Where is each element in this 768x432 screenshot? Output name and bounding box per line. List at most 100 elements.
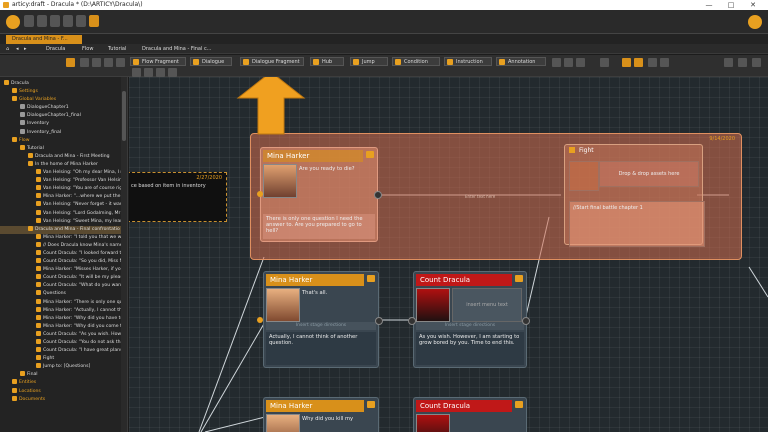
nav-back-icon[interactable] (132, 68, 141, 77)
tiles-icon[interactable] (660, 58, 669, 67)
breadcrumb-dracula[interactable]: Dracula (46, 44, 65, 54)
add-instruction-button[interactable]: Instruction (444, 57, 492, 66)
flow-canvas[interactable]: 9/14/2020 Fight Drop & drop assets here … (129, 77, 768, 432)
tree-item[interactable]: Count Dracula: "You do not ask tha (0, 339, 122, 347)
add-jump-button[interactable]: Jump (350, 57, 388, 66)
list-icon[interactable] (648, 58, 657, 67)
tree-item[interactable]: Count Dracula: "I have great plans (0, 347, 122, 355)
dialogue-card-mina-mid[interactable]: Mina Harker That's all. Insert stage dir… (263, 271, 379, 368)
tree-item[interactable]: Questions (0, 290, 122, 298)
tree-item[interactable]: Mina Harker: "...where we put the g (0, 193, 122, 201)
settings-icon[interactable] (748, 15, 762, 29)
dialogue-card-mina-bottom[interactable]: Mina Harker Why did you kill my (263, 397, 379, 432)
input-pin[interactable] (257, 317, 263, 323)
add-condition-button[interactable]: Condition (392, 57, 440, 66)
align-icon[interactable] (168, 68, 177, 77)
zoom-icon[interactable] (116, 58, 125, 67)
navigator-scrollbar[interactable] (121, 77, 127, 432)
forward-icon[interactable]: ▸ (24, 44, 27, 54)
tree-item[interactable]: Count Dracula: "So you did, Miss N (0, 258, 122, 266)
close-button[interactable]: ✕ (744, 0, 762, 10)
present-icon[interactable] (634, 58, 643, 67)
save-icon[interactable] (37, 15, 47, 27)
tree-item[interactable]: Global Variables (0, 96, 122, 104)
large-view-icon[interactable] (752, 58, 761, 67)
tree-item[interactable]: Dracula and Mina - First Meeting (0, 152, 122, 161)
nav-forward-icon[interactable] (144, 68, 153, 77)
menu-icon[interactable] (24, 15, 34, 27)
add-flow-fragment-button[interactable]: Flow Fragment (130, 57, 186, 66)
minimize-button[interactable]: — (700, 0, 718, 10)
tree-item[interactable]: Mina Harker: "Misses Harker, if you (0, 266, 122, 274)
link-icon[interactable] (92, 58, 101, 67)
tree-item[interactable]: Count Dracula: "It will be my pleasu (0, 274, 122, 282)
tree-item[interactable]: DialogueChapter1 (0, 104, 122, 112)
tree-item[interactable]: Inventory_final (0, 128, 122, 137)
tree-item[interactable]: // Does Dracula know Mina's name (0, 241, 122, 250)
breadcrumb-final-confrontation[interactable]: Dracula and Mina - Final c... (142, 44, 211, 54)
tree-item[interactable]: Van Helsing: "Lord Godalming, Mr (0, 209, 122, 218)
fight-node[interactable]: Fight Drop & drop assets here //Start fi… (564, 144, 705, 247)
annotation-note[interactable]: 2/27/2020 ce based on item in inventory (129, 172, 227, 222)
dialogue-card-dracula-mid[interactable]: Count Dracula insert menu text Insert st… (413, 271, 527, 368)
add-dialogue-button[interactable]: Dialogue (190, 57, 232, 66)
image-icon[interactable] (552, 58, 561, 67)
fight-assets-drop[interactable]: Drop & drop assets here (599, 161, 699, 187)
add-dialogue-fragment-button[interactable]: Dialogue Fragment (240, 57, 304, 66)
grid-view-icon[interactable] (738, 58, 747, 67)
filter-icon[interactable] (104, 58, 113, 67)
menu-text[interactable]: insert menu text (452, 288, 522, 322)
tree-item[interactable]: Locations (0, 387, 122, 396)
tree-item[interactable]: Van Helsing: "Never forget - it was (0, 201, 122, 209)
tree-item[interactable]: Entities (0, 379, 122, 387)
tree-item[interactable]: Dracula and Mina - Final confrontatio (0, 225, 122, 234)
tree-item[interactable]: Mina Harker: "Actually, I cannot thi (0, 306, 122, 315)
dialogue-card-mina-top[interactable]: Mina Harker Are you ready to die? There … (260, 147, 378, 242)
stage-directions[interactable]: Insert stage directions (416, 322, 524, 330)
tree-item[interactable]: Flow (0, 136, 122, 145)
grid-icon[interactable] (66, 58, 75, 67)
tree-item[interactable]: Final (0, 371, 122, 379)
help-icon[interactable] (76, 15, 86, 27)
tree-item[interactable]: Fight (0, 355, 122, 363)
add-hub-button[interactable]: Hub (310, 57, 344, 66)
tree-item[interactable]: In the home of Mina Harker (0, 160, 122, 169)
view-mode-icon[interactable] (622, 58, 631, 67)
breadcrumb-flow[interactable]: Flow (82, 44, 93, 54)
breadcrumb-tutorial[interactable]: Tutorial (108, 44, 126, 54)
app-menu-button[interactable] (6, 15, 20, 29)
tree-item[interactable]: Dracula (0, 80, 122, 88)
tree-item[interactable]: Van Helsing: "Oh my dear Mina, I n (0, 169, 122, 177)
tree-item[interactable]: Jump to: [Questions] (0, 363, 122, 371)
list-view-icon[interactable] (724, 58, 733, 67)
dialogue-card-dracula-bottom[interactable]: Count Dracula (413, 397, 527, 432)
tree-item[interactable]: Mina Harker: "There is only one qu (0, 298, 122, 307)
tree-item[interactable]: Mina Harker: "I told you that we wi (0, 233, 122, 242)
add-annotation-button[interactable]: Annotation (496, 57, 546, 66)
pointer-icon[interactable] (80, 58, 89, 67)
tab-dracula-and-mina[interactable]: Dracula and Mina - F... (6, 35, 82, 44)
font-icon[interactable] (576, 58, 585, 67)
maximize-button[interactable]: □ (722, 0, 740, 10)
output-pin[interactable] (522, 317, 530, 325)
info-icon[interactable] (89, 15, 99, 27)
tree-item[interactable]: Count Dracula: "As you wish. How (0, 330, 122, 339)
tree-item[interactable]: Mina Harker: "Why did you come t (0, 322, 122, 331)
tree-item[interactable]: Mina Harker: "Why did you have to (0, 314, 122, 323)
tree-item[interactable]: Van Helsing: "You are of course righ (0, 185, 122, 193)
undo-icon[interactable] (50, 15, 60, 27)
tree-item[interactable]: DialogueChapter1_final (0, 112, 122, 120)
tree-item[interactable]: Van Helsing: "Professor Van Helsin (0, 177, 122, 185)
output-pin[interactable] (374, 191, 382, 199)
tree-item[interactable]: Count Dracula: "I looked forward to (0, 249, 122, 258)
tree-item[interactable]: Settings (0, 88, 122, 96)
search-icon[interactable] (600, 58, 609, 67)
redo-icon[interactable] (63, 15, 73, 27)
tree-item[interactable]: Documents (0, 395, 122, 404)
fight-script[interactable]: //Start final battle chapter 1 (569, 201, 705, 247)
home-icon[interactable]: ⌂ (6, 44, 9, 54)
output-pin[interactable] (375, 317, 383, 325)
tree-item[interactable]: Tutorial (0, 144, 122, 153)
input-pin[interactable] (408, 317, 416, 325)
tree-item[interactable]: Inventory (0, 120, 122, 128)
